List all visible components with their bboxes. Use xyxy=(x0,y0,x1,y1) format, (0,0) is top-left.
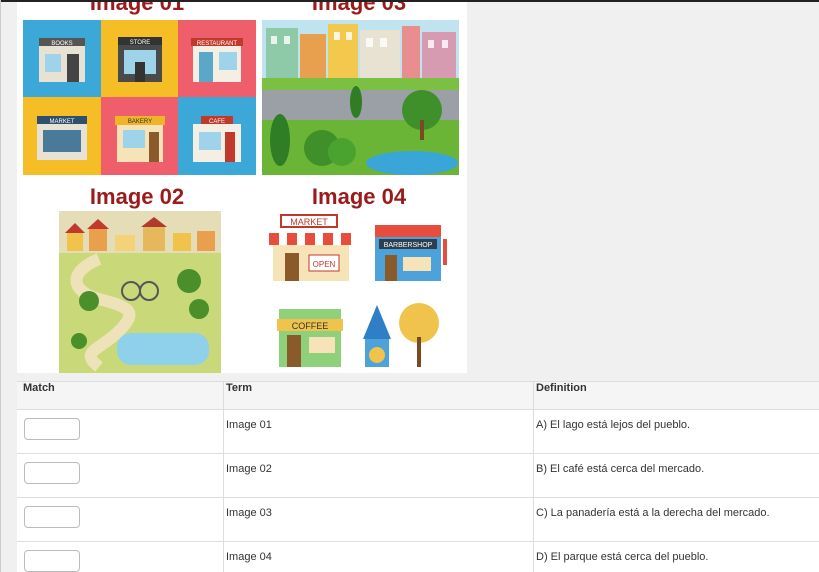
market-shop-icon: MARKET xyxy=(37,116,87,160)
header-definition: Definition xyxy=(536,382,587,394)
header-term: Term xyxy=(226,382,253,394)
svg-text:CAFE: CAFE xyxy=(209,119,225,125)
heading-image-02: Image 02 xyxy=(89,184,185,209)
term-cell: Image 03 xyxy=(226,507,272,519)
match-input[interactable] xyxy=(24,462,80,484)
definition-cell: A) El lago está lejos del pueblo. xyxy=(536,419,691,431)
bakery-shop-icon: BAKERY xyxy=(115,116,165,162)
term-cell: Image 01 xyxy=(226,419,272,431)
table-row: Image 02 B) El café está cerca del merca… xyxy=(17,454,819,498)
question-image: Image 01 Image 03 BOOKS STORE RESTAURANT… xyxy=(17,2,467,373)
image-02-village xyxy=(59,211,221,373)
svg-text:BOOKS: BOOKS xyxy=(51,41,72,47)
table-row: Image 03 C) La panadería está a la derec… xyxy=(17,498,819,542)
restaurant-shop-icon: RESTAURANT xyxy=(191,38,243,82)
store-shop-icon: STORE xyxy=(118,37,162,82)
table-row: Image 01 A) El lago está lejos del puebl… xyxy=(17,410,819,454)
svg-text:BARBERSHOP: BARBERSHOP xyxy=(384,242,433,249)
svg-text:STORE: STORE xyxy=(130,40,151,46)
svg-text:MARKET: MARKET xyxy=(49,119,74,125)
image-03-park xyxy=(262,20,459,175)
header-match: Match xyxy=(23,382,55,394)
term-cell: Image 04 xyxy=(226,551,272,563)
svg-text:RESTAURANT: RESTAURANT xyxy=(197,41,238,47)
match-input[interactable] xyxy=(24,550,80,572)
books-shop-icon: BOOKS xyxy=(39,38,85,82)
window-left-border xyxy=(0,0,1,572)
heading-image-04: Image 04 xyxy=(311,184,407,209)
match-input[interactable] xyxy=(24,506,80,528)
heading-image-03: Image 03 xyxy=(311,2,407,15)
table-header: Match Term Definition xyxy=(17,382,819,410)
matching-table: Match Term Definition Image 01 A) El lag… xyxy=(17,381,819,572)
table-row: Image 04 D) El parque está cerca del pue… xyxy=(17,542,819,572)
svg-text:BAKERY: BAKERY xyxy=(128,119,152,125)
svg-text:MARKET: MARKET xyxy=(290,217,328,227)
match-input[interactable] xyxy=(24,418,80,440)
image-04-town-shops: MARKET OPEN BARBERSHOP COFFEE xyxy=(269,214,447,367)
definition-cell: B) El café está cerca del mercado. xyxy=(536,463,705,475)
term-cell: Image 02 xyxy=(226,463,272,475)
svg-text:OPEN: OPEN xyxy=(313,260,336,269)
svg-text:COFFEE: COFFEE xyxy=(292,321,329,331)
heading-image-01: Image 01 xyxy=(89,2,185,15)
image-01-shops: BOOKS STORE RESTAURANT MARKET BAKERY CAF… xyxy=(23,20,256,175)
definition-cell: C) La panadería está a la derecha del me… xyxy=(536,507,770,519)
definition-cell: D) El parque está cerca del pueblo. xyxy=(536,551,709,563)
